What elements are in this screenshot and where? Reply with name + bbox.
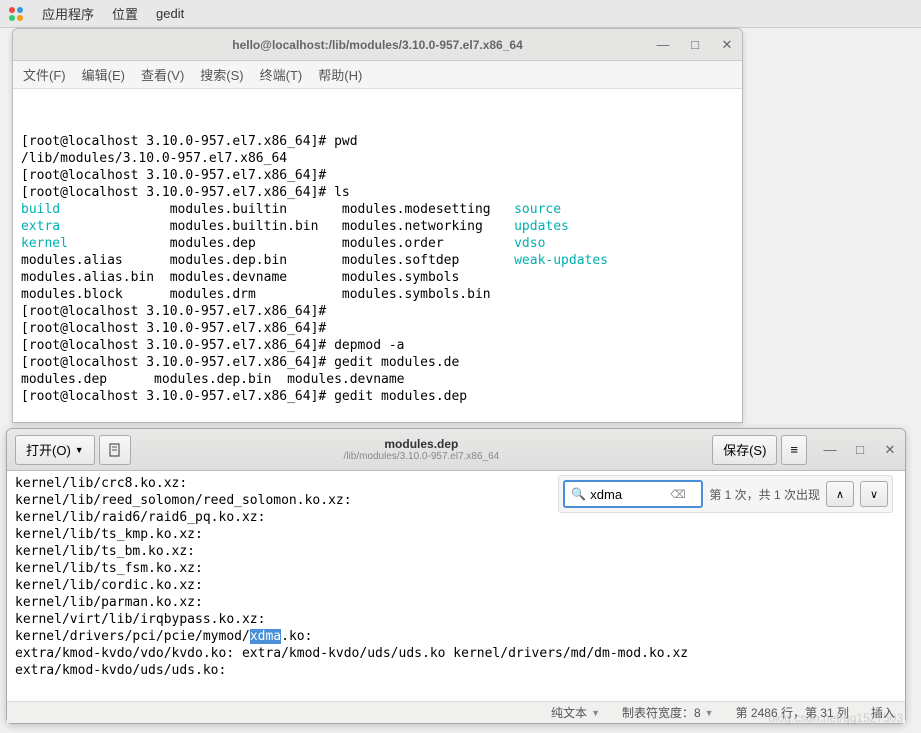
open-button-label: 打开(O) bbox=[26, 440, 71, 459]
hamburger-icon: ≡ bbox=[790, 442, 798, 457]
chevron-down-icon: ▼ bbox=[75, 445, 84, 455]
status-language[interactable]: 纯文本 ▼ bbox=[551, 704, 600, 721]
gedit-minimize-button[interactable]: — bbox=[823, 443, 837, 457]
search-input[interactable] bbox=[590, 487, 670, 502]
maximize-button[interactable]: □ bbox=[688, 38, 702, 52]
search-input-wrapper: 🔍 ⌫ bbox=[563, 480, 703, 508]
apps-icon bbox=[8, 6, 24, 22]
gedit-close-button[interactable]: ✕ bbox=[883, 443, 897, 457]
watermark: blog.csdn.net/qq1527503 bbox=[768, 711, 903, 725]
new-tab-button[interactable] bbox=[99, 435, 131, 465]
terminal-menu-file[interactable]: 文件(F) bbox=[23, 65, 66, 84]
terminal-body[interactable]: [root@localhost 3.10.0-957.el7.x86_64]# … bbox=[13, 89, 742, 422]
terminal-menu-edit[interactable]: 编辑(E) bbox=[82, 65, 125, 84]
terminal-title: hello@localhost:/lib/modules/3.10.0-957.… bbox=[232, 38, 523, 52]
desktop-menubar: 应用程序 位置 gedit bbox=[0, 0, 921, 28]
search-prev-button[interactable]: ∧ bbox=[826, 481, 854, 507]
menu-places[interactable]: 位置 bbox=[112, 4, 138, 23]
search-icon: 🔍 bbox=[571, 487, 586, 501]
gedit-headerbar: 打开(O) ▼ modules.dep /lib/modules/3.10.0-… bbox=[7, 429, 905, 471]
hamburger-menu-button[interactable]: ≡ bbox=[781, 435, 807, 465]
menu-active-app[interactable]: gedit bbox=[156, 6, 184, 21]
open-button[interactable]: 打开(O) ▼ bbox=[15, 435, 95, 465]
dropdown-icon: ▼ bbox=[705, 708, 714, 718]
close-button[interactable]: ✕ bbox=[720, 38, 734, 52]
gedit-title-area: modules.dep /lib/modules/3.10.0-957.el7.… bbox=[131, 437, 712, 462]
chevron-down-icon: ∨ bbox=[870, 488, 878, 501]
search-status: 第 1 次，共 1 次出现 bbox=[709, 486, 820, 503]
search-bar: 🔍 ⌫ 第 1 次，共 1 次出现 ∧ ∨ bbox=[558, 475, 893, 513]
save-button[interactable]: 保存(S) bbox=[712, 435, 777, 465]
terminal-menu-search[interactable]: 搜索(S) bbox=[200, 65, 243, 84]
gedit-subtitle: /lib/modules/3.10.0-957.el7.x86_64 bbox=[131, 451, 712, 462]
search-next-button[interactable]: ∨ bbox=[860, 481, 888, 507]
terminal-menu-terminal[interactable]: 终端(T) bbox=[260, 65, 303, 84]
terminal-menu-help[interactable]: 帮助(H) bbox=[318, 65, 362, 84]
save-button-label: 保存(S) bbox=[723, 440, 766, 459]
terminal-titlebar: hello@localhost:/lib/modules/3.10.0-957.… bbox=[13, 29, 742, 61]
gedit-maximize-button[interactable]: □ bbox=[853, 443, 867, 457]
dropdown-icon: ▼ bbox=[591, 708, 600, 718]
minimize-button[interactable]: — bbox=[656, 38, 670, 52]
terminal-menu-view[interactable]: 查看(V) bbox=[141, 65, 184, 84]
gedit-window: 打开(O) ▼ modules.dep /lib/modules/3.10.0-… bbox=[6, 428, 906, 724]
status-tabwidth[interactable]: 制表符宽度：8 ▼ bbox=[622, 704, 714, 721]
clear-search-icon[interactable]: ⌫ bbox=[670, 488, 686, 501]
new-document-icon bbox=[108, 443, 122, 457]
chevron-up-icon: ∧ bbox=[836, 488, 844, 501]
menu-applications[interactable]: 应用程序 bbox=[42, 4, 94, 23]
terminal-menubar: 文件(F) 编辑(E) 查看(V) 搜索(S) 终端(T) 帮助(H) bbox=[13, 61, 742, 89]
terminal-window: hello@localhost:/lib/modules/3.10.0-957.… bbox=[12, 28, 743, 423]
gedit-title: modules.dep bbox=[131, 437, 712, 451]
terminal-window-controls: — □ ✕ bbox=[656, 38, 734, 52]
